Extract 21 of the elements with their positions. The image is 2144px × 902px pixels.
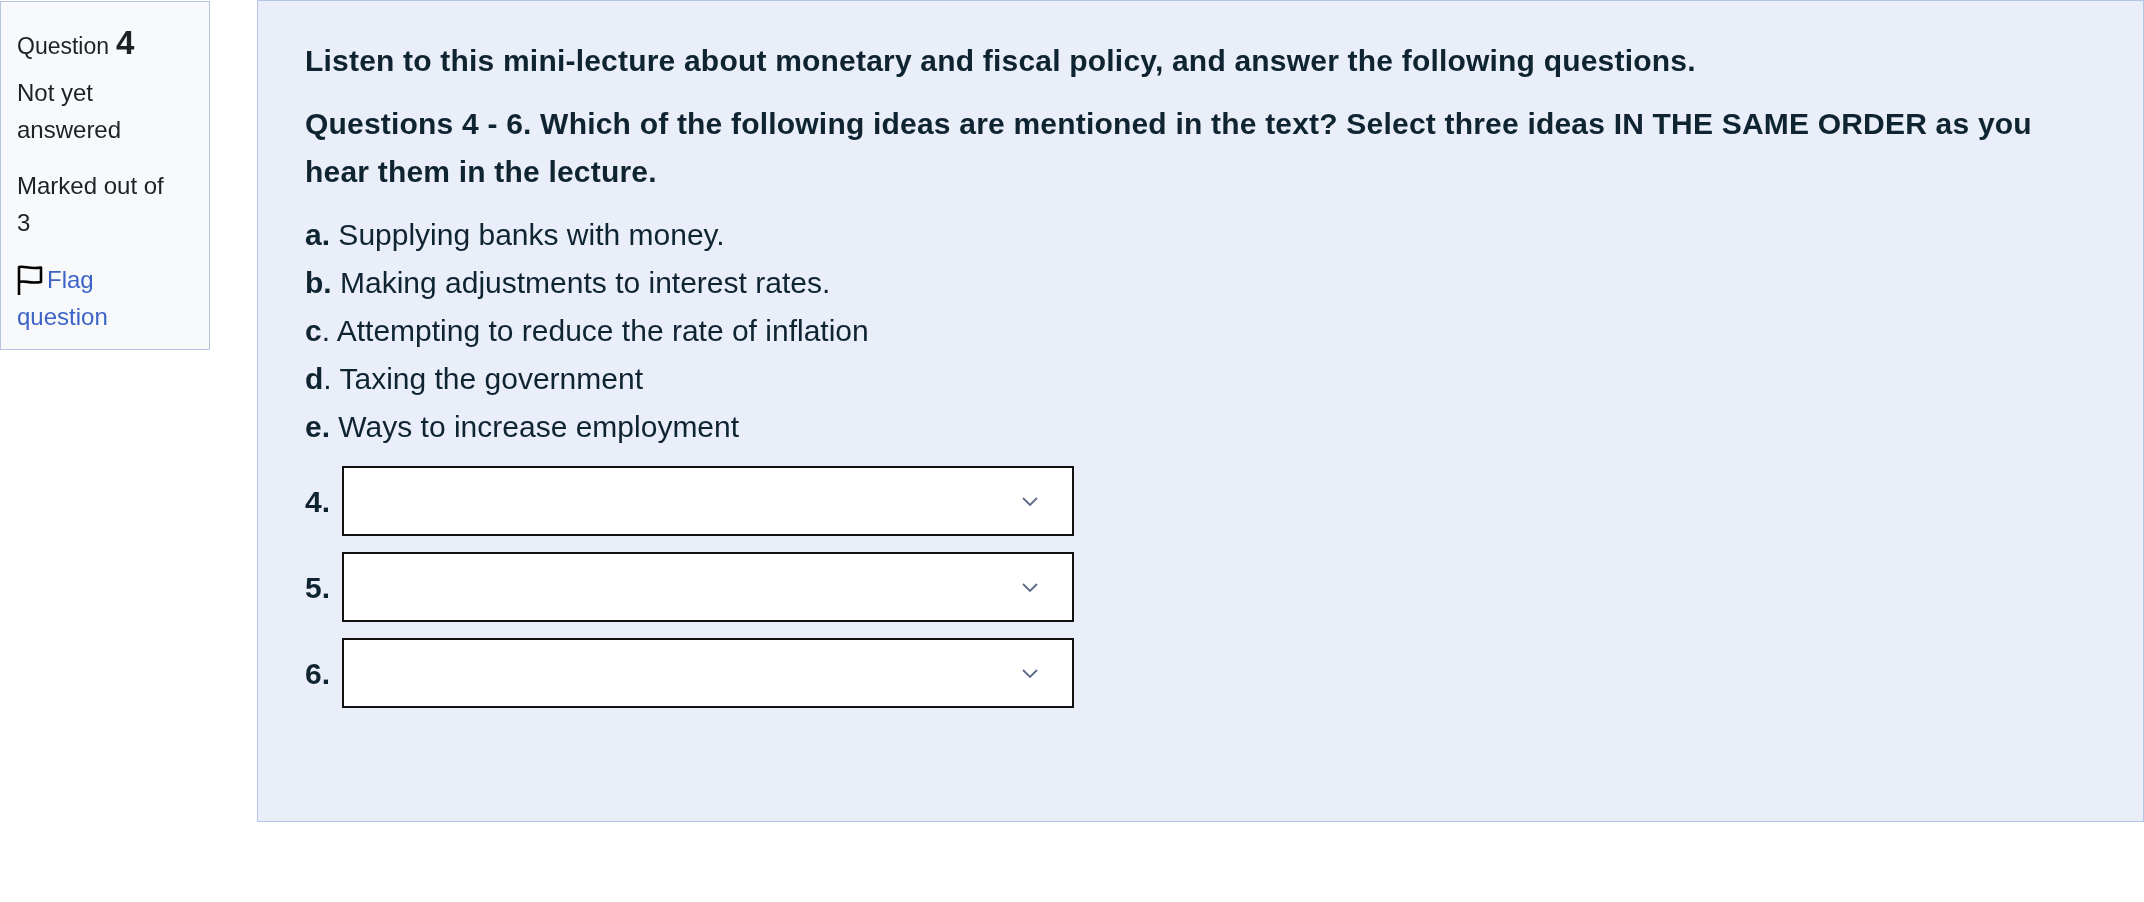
answer-option: a. Supplying banks with money. bbox=[305, 211, 2063, 259]
question-prompt: Questions 4 - 6. Which of the following ideas are mentioned in the text? Select three ideas IN THE SAME ORDER as you hear them in the lecture. bbox=[305, 106, 2033, 190]
chevron-down-icon bbox=[1022, 496, 1038, 506]
answer-number: 6. bbox=[305, 655, 332, 692]
instruction-text: Listen to this mini-lecture about monetary and fiscal policy, and answer the following questions. bbox=[305, 43, 1697, 79]
chevron-down-icon bbox=[1022, 582, 1038, 592]
answer-select[interactable] bbox=[342, 638, 1074, 708]
flag-question-link[interactable]: Flag question bbox=[17, 261, 179, 335]
answer-number: 4. bbox=[305, 483, 332, 520]
answer-option: c. Attempting to reduce the rate of inflation bbox=[305, 307, 2063, 355]
answer-option: e. Ways to increase employment bbox=[305, 403, 2063, 451]
answer-select[interactable] bbox=[342, 466, 1074, 536]
answer-select[interactable] bbox=[342, 552, 1074, 622]
answer-number: 5. bbox=[305, 569, 332, 606]
chevron-down-icon bbox=[1022, 668, 1038, 678]
question-status: Not yet answered bbox=[17, 78, 123, 145]
answer-option: b. Making adjustments to interest rates. bbox=[305, 259, 2063, 307]
question-label: Question bbox=[17, 32, 110, 61]
answer-option: d. Taxing the government bbox=[305, 355, 2063, 403]
question-number: 4 bbox=[116, 23, 135, 63]
question-marks: Marked out of 3 bbox=[17, 171, 165, 238]
